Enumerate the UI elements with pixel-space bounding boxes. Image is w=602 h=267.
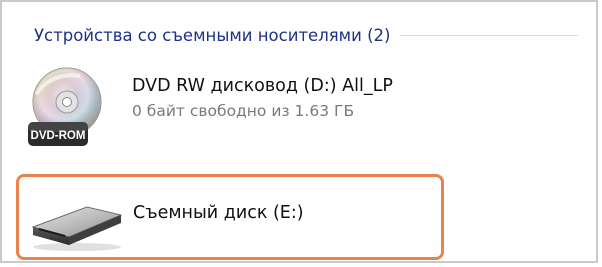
device-free-space: 0 байт свободно из 1.63 ГБ: [132, 102, 355, 120]
device-item-dvd-drive[interactable]: DVD-ROM DVD RW дисковод (D:) All_LP 0 ба…: [22, 64, 452, 150]
group-header-removable-storage[interactable]: Устройства со съемными носителями (2): [34, 22, 578, 48]
group-divider: [400, 35, 578, 36]
removable-disk-icon: [31, 206, 123, 251]
device-item-removable-disk[interactable]: Съемный диск (E:): [16, 174, 444, 260]
group-title: Устройства со съемными носителями (2): [34, 25, 391, 45]
explorer-pane: Устройства со съемными носителями (2) DV…: [0, 0, 598, 263]
dvd-rom-icon: DVD-ROM: [28, 67, 102, 146]
device-name-dvd: DVD RW дисковод (D:) All_LP: [132, 76, 393, 96]
dvd-rom-badge: DVD-ROM: [31, 130, 86, 142]
device-text-removable: Съемный диск (E:): [133, 203, 304, 223]
device-name-removable: Съемный диск (E:): [133, 203, 304, 223]
device-text-dvd: DVD RW дисковод (D:) All_LP 0 байт свобо…: [132, 76, 393, 120]
